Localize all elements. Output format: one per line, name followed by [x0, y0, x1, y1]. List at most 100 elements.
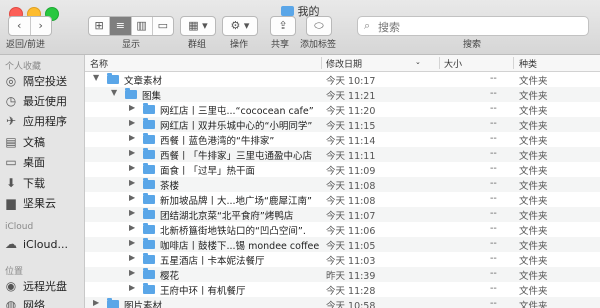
row-name: 西餐丨「牛排家」三里屯通盈中心店	[160, 151, 313, 162]
row-date: 今天 11:14	[326, 136, 376, 147]
disclosure-collapsed-icon[interactable]: ▶	[129, 163, 135, 172]
applications-icon: ✈	[5, 114, 17, 128]
row-size: --	[490, 238, 497, 249]
table-row[interactable]: ▶ 图片素材 今天 10:58 -- 文件夹	[85, 297, 600, 308]
disclosure-collapsed-icon[interactable]: ▶	[129, 103, 135, 112]
row-kind: 文件夹	[519, 106, 548, 117]
row-date: 今天 11:09	[326, 166, 376, 177]
forward-button[interactable]: ›	[31, 17, 52, 35]
sidebar-item-documents[interactable]: ▤ 文稿	[4, 133, 45, 151]
table-row[interactable]: ▶ 团结湖北京菜“北平食府”烤鸭店 今天 11:07 -- 文件夹	[85, 207, 600, 222]
gallery-view-button[interactable]: ▭	[153, 17, 173, 35]
disclosure-collapsed-icon[interactable]: ▶	[129, 238, 135, 247]
back-button[interactable]: ‹	[9, 17, 31, 35]
table-row[interactable]: ▶ 五星酒店丨卡本妮法餐厅 今天 11:03 -- 文件夹	[85, 252, 600, 267]
table-row[interactable]: ▶ 北新桥簋街地铁站口的“凹凸空间”. 今天 11:06 -- 文件夹	[85, 222, 600, 237]
table-row[interactable]: ▶ 樱花 昨天 11:39 -- 文件夹	[85, 267, 600, 282]
row-date: 今天 11:07	[326, 211, 376, 222]
sidebar-item-icloud-drive[interactable]: ☁ iCloud...	[4, 235, 68, 253]
disclosure-collapsed-icon[interactable]: ▶	[129, 268, 135, 277]
disclosure-expanded-icon[interactable]: ▼	[93, 73, 99, 82]
icon-view-button[interactable]: ⊞	[89, 17, 111, 35]
table-row[interactable]: ▼ 图集 今天 11:21 -- 文件夹	[85, 87, 600, 102]
column-size[interactable]: 大小	[444, 57, 462, 70]
search-input[interactable]	[376, 18, 580, 36]
row-date: 今天 11:05	[326, 241, 376, 252]
airdrop-icon: ◎	[5, 74, 17, 88]
table-row[interactable]: ▶ 网红店丨三里屯...“cococean cafe” 今天 11:20 -- 文件夹	[85, 102, 600, 117]
folder-icon	[143, 283, 155, 294]
search-label: 搜索	[463, 40, 482, 50]
share-button[interactable]: ⇪	[270, 16, 296, 36]
row-date: 今天 11:08	[326, 181, 376, 192]
table-row[interactable]: ▶ 咖啡店丨鼓楼下...锡 mondee coffee 今天 11:05 -- 文件夹	[85, 237, 600, 252]
sidebar: 个人收藏 ◎ 隔空投送 ◷ 最近使用 ✈ 应用程序 ▤ 文稿 ▭ 桌面 ⬇ 下载 ▆ 坚果云 …	[0, 55, 85, 308]
row-name: 面食丨「过早」热干面	[160, 166, 256, 177]
disclosure-collapsed-icon[interactable]: ▶	[129, 193, 135, 202]
row-date: 今天 11:06	[326, 226, 376, 237]
row-name: 五星酒店丨卡本妮法餐厅	[160, 256, 265, 267]
favorites-header: 个人收藏	[5, 62, 42, 72]
folder-icon	[143, 238, 155, 249]
list-view-button[interactable]: ≡	[110, 17, 132, 35]
disclosure-collapsed-icon[interactable]: ▶	[129, 223, 135, 232]
table-row[interactable]: ▶ 西餐丨「牛排家」三里屯通盈中心店 今天 11:11 -- 文件夹	[85, 147, 600, 162]
folder-icon	[143, 163, 155, 174]
row-size: --	[490, 223, 497, 234]
row-date: 今天 11:03	[326, 256, 376, 267]
row-kind: 文件夹	[519, 256, 548, 267]
sidebar-item-downloads[interactable]: ⬇ 下载	[4, 174, 45, 192]
row-kind: 文件夹	[519, 211, 548, 222]
sidebar-item-airdrop[interactable]: ◎ 隔空投送	[4, 72, 67, 90]
row-kind: 文件夹	[519, 196, 548, 207]
disclosure-collapsed-icon[interactable]: ▶	[93, 298, 99, 307]
folder-icon	[143, 193, 155, 204]
disclosure-collapsed-icon[interactable]: ▶	[129, 118, 135, 127]
disclosure-expanded-icon[interactable]: ▼	[111, 88, 117, 97]
table-row[interactable]: ▶ 新加坡品牌丨大...地广场“鹿犀江南” 今天 11:08 -- 文件夹	[85, 192, 600, 207]
column-kind[interactable]: 种类	[519, 57, 537, 70]
folder-icon: ▆	[6, 196, 16, 210]
disclosure-collapsed-icon[interactable]: ▶	[129, 253, 135, 262]
table-row[interactable]: ▶ 面食丨「过早」热干面 今天 11:09 -- 文件夹	[85, 162, 600, 177]
grid-icon: ⊞	[94, 19, 104, 32]
column-date[interactable]: 修改日期	[326, 57, 362, 70]
folder-icon	[107, 73, 119, 84]
disclosure-collapsed-icon[interactable]: ▶	[129, 283, 135, 292]
disclosure-collapsed-icon[interactable]: ▶	[129, 148, 135, 157]
sidebar-item-remote-disc[interactable]: ◉ 远程光盘	[4, 277, 67, 295]
row-size: --	[490, 178, 497, 189]
sidebar-item-recents[interactable]: ◷ 最近使用	[4, 92, 67, 110]
row-size: --	[490, 148, 497, 159]
table-row[interactable]: ▶ 网红店丨双井乐城中心的“小明同学” 今天 11:15 -- 文件夹	[85, 117, 600, 132]
row-size: --	[490, 298, 497, 308]
tag-label: 添加标签	[300, 40, 337, 50]
disclosure-collapsed-icon[interactable]: ▶	[129, 133, 135, 142]
view-label: 显示	[122, 40, 141, 50]
sidebar-item-applications[interactable]: ✈ 应用程序	[4, 112, 67, 130]
table-row[interactable]: ▶ 西餐丨蓝色港湾的“牛排家” 今天 11:14 -- 文件夹	[85, 132, 600, 147]
sidebar-item-network[interactable]: ◍ 网络	[4, 296, 45, 308]
icloud-header: iCloud	[5, 222, 34, 232]
search-field[interactable]: ⌕	[357, 16, 589, 36]
row-kind: 文件夹	[519, 271, 548, 282]
folder-icon	[143, 118, 155, 129]
table-row[interactable]: ▶ 王府中环丨有机餐厅 今天 11:28 -- 文件夹	[85, 282, 600, 297]
folder-icon	[143, 223, 155, 234]
row-name: 网红店丨双井乐城中心的“小明同学”	[160, 121, 313, 132]
sidebar-item-jianguoyun[interactable]: ▆ 坚果云	[4, 194, 56, 212]
table-row[interactable]: ▼ 文章素材 今天 10:17 -- 文件夹	[85, 72, 600, 87]
disclosure-collapsed-icon[interactable]: ▶	[129, 208, 135, 217]
sidebar-item-desktop[interactable]: ▭ 桌面	[4, 153, 45, 171]
row-kind: 文件夹	[519, 121, 548, 132]
action-button[interactable]: ⚙ ▾	[222, 16, 258, 36]
cloud-icon: ☁	[5, 237, 17, 251]
column-name[interactable]: 名称	[90, 57, 108, 70]
table-row[interactable]: ▶ 茶楼 今天 11:08 -- 文件夹	[85, 177, 600, 192]
column-view-button[interactable]: ▥	[132, 17, 153, 35]
row-size: --	[490, 268, 497, 279]
disclosure-collapsed-icon[interactable]: ▶	[129, 178, 135, 187]
group-button[interactable]: ▦ ▾	[180, 16, 216, 36]
group-icon: ▦ ▾	[188, 19, 208, 32]
tag-button[interactable]: ⬭	[306, 16, 332, 36]
